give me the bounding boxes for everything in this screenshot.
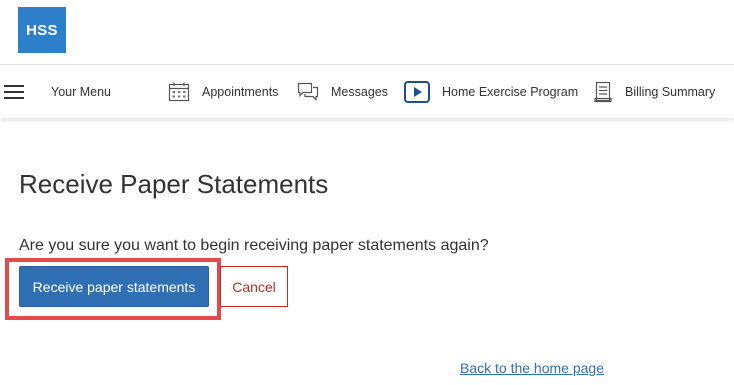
page-title: Receive Paper Statements (19, 169, 329, 199)
page: HSS Your Menu Appointments Messages Home… (0, 0, 734, 385)
hamburger-icon (4, 84, 24, 100)
calendar-icon (168, 82, 190, 102)
hss-logo[interactable]: HSS (18, 7, 66, 53)
nav-item-messages[interactable]: Messages (297, 65, 388, 119)
confirmation-question: Are you sure you want to begin receiving… (19, 237, 489, 254)
top-nav: Your Menu Appointments Messages Home Exe… (0, 64, 734, 118)
nav-item-billing-summary[interactable]: Billing Summary (593, 65, 715, 119)
receive-paper-statements-button[interactable]: Receive paper statements (19, 266, 209, 307)
logo-text: HSS (26, 21, 58, 39)
document-icon (593, 81, 613, 103)
play-icon (404, 81, 430, 103)
nav-item-home-exercise-program[interactable]: Home Exercise Program (404, 65, 578, 119)
nav-item-appointments[interactable]: Appointments (168, 65, 278, 119)
nav-label-appointments: Appointments (202, 85, 279, 99)
nav-label-home-exercise-program: Home Exercise Program (442, 85, 579, 99)
nav-label-messages: Messages (331, 85, 388, 99)
nav-label-billing-summary: Billing Summary (625, 85, 716, 99)
back-to-home-link[interactable]: Back to the home page (460, 360, 604, 376)
cancel-button[interactable]: Cancel (220, 266, 288, 307)
messages-icon (297, 82, 319, 102)
your-menu-label[interactable]: Your Menu (51, 65, 111, 119)
hamburger-menu-button[interactable] (4, 65, 36, 119)
